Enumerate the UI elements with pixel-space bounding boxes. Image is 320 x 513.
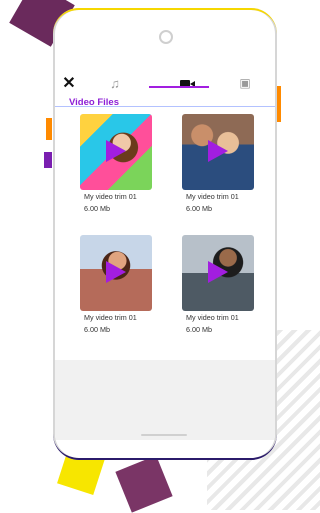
media-type-toolbar: ✕ ♫ ▣ (55, 68, 275, 98)
empty-area (55, 360, 275, 440)
decorative-accent (46, 118, 52, 140)
phone-edge (53, 430, 277, 460)
video-size: 6.00 Mb (84, 325, 110, 334)
video-name: My video trim 01 (186, 192, 239, 201)
video-name: My video trim 01 (186, 313, 239, 322)
video-size: 6.00 Mb (186, 325, 212, 334)
play-icon[interactable] (106, 261, 126, 283)
decorative-shape (115, 455, 173, 513)
music-note-icon[interactable]: ♫ (105, 68, 125, 98)
video-thumbnail[interactable] (80, 114, 152, 190)
play-icon[interactable] (208, 140, 228, 162)
video-item[interactable]: My video trim 01 6.00 Mb (182, 235, 254, 335)
active-tab-indicator (149, 86, 209, 88)
video-thumbnail[interactable] (80, 235, 152, 311)
image-icon[interactable]: ▣ (235, 68, 255, 98)
decorative-accent (44, 152, 52, 168)
divider (55, 106, 275, 107)
video-name: My video trim 01 (84, 192, 137, 201)
play-icon[interactable] (208, 261, 228, 283)
close-icon[interactable]: ✕ (61, 68, 77, 98)
phone-frame: ✕ ♫ ▣ Video Files My video trim 01 6.00 … (53, 8, 277, 460)
phone-edge (53, 8, 277, 38)
video-thumbnail[interactable] (182, 235, 254, 311)
play-icon[interactable] (106, 140, 126, 162)
video-camera-icon[interactable] (175, 68, 199, 98)
video-size: 6.00 Mb (84, 204, 110, 213)
video-item[interactable]: My video trim 01 6.00 Mb (80, 235, 152, 335)
video-thumbnail[interactable] (182, 114, 254, 190)
video-item[interactable]: My video trim 01 6.00 Mb (182, 114, 254, 214)
video-item[interactable]: My video trim 01 6.00 Mb (80, 114, 152, 214)
video-name: My video trim 01 (84, 313, 137, 322)
video-size: 6.00 Mb (186, 204, 212, 213)
